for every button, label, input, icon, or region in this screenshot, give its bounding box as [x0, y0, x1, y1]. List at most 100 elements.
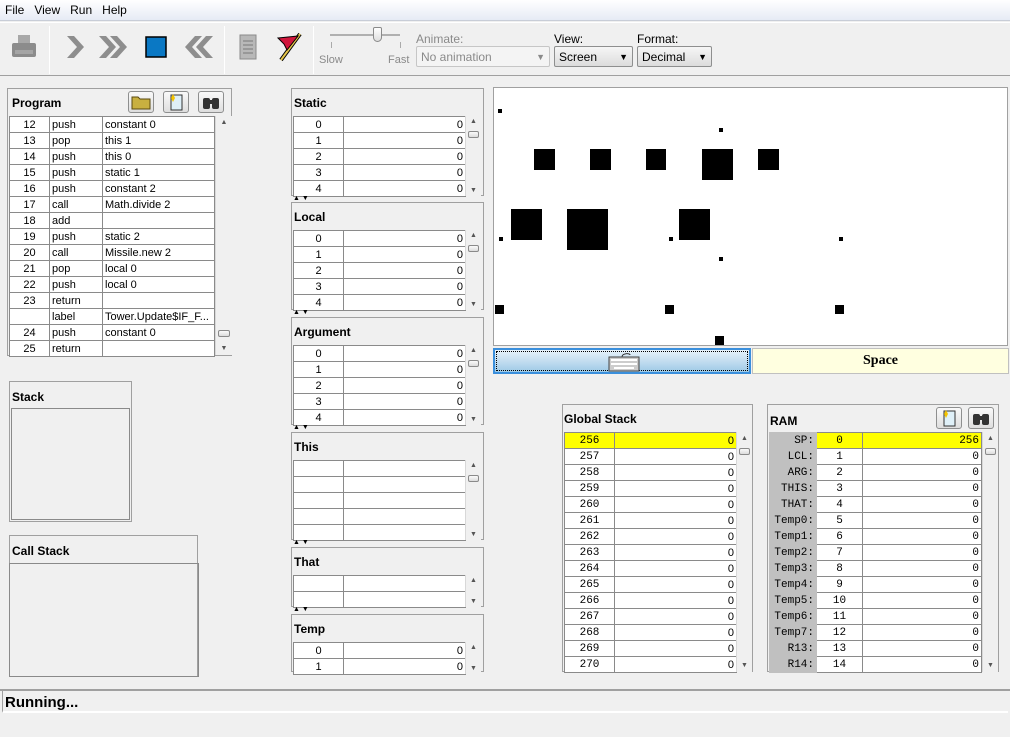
- ram-row[interactable]: R14: 14 0: [769, 656, 982, 673]
- value-cell[interactable]: 0: [343, 148, 466, 165]
- scroll-up-icon[interactable]: ▲: [466, 577, 481, 584]
- ram-row[interactable]: Temp3: 8 0: [769, 560, 982, 577]
- static-row[interactable]: 00: [293, 116, 466, 133]
- ram-row[interactable]: Temp1: 6 0: [769, 528, 982, 545]
- value-cell[interactable]: 0: [343, 164, 466, 181]
- local-row[interactable]: 00: [293, 230, 466, 247]
- program-row[interactable]: 16 push constant 2: [9, 180, 215, 197]
- global-stack-row[interactable]: 257 0: [564, 448, 737, 465]
- value-cell[interactable]: 0: [862, 560, 982, 577]
- value-cell[interactable]: 0: [343, 361, 466, 378]
- argument-row[interactable]: 30: [293, 393, 466, 410]
- splitter-arrows-icon[interactable]: ▲▼: [293, 424, 311, 431]
- value-cell[interactable]: 0: [343, 230, 466, 247]
- value-cell[interactable]: 0: [343, 409, 466, 426]
- program-row[interactable]: 17 call Math.divide 2: [9, 196, 215, 213]
- breakpoints-button[interactable]: [271, 29, 307, 65]
- program-row[interactable]: 21 pop local 0: [9, 260, 215, 277]
- speed-slider-thumb[interactable]: [372, 27, 382, 42]
- new-file-button[interactable]: [163, 91, 189, 113]
- scroll-down-icon[interactable]: ▼: [466, 598, 481, 605]
- scroll-up-icon[interactable]: ▲: [216, 119, 232, 126]
- ram-row[interactable]: LCL: 1 0: [769, 448, 982, 465]
- global-stack-row[interactable]: 270 0: [564, 656, 737, 673]
- argument-row[interactable]: 20: [293, 377, 466, 394]
- value-cell[interactable]: 0: [862, 592, 982, 609]
- argument-scrollbar[interactable]: ▲ ▼: [465, 345, 481, 425]
- that-scrollbar[interactable]: ▲ ▼: [465, 575, 481, 607]
- program-row[interactable]: 18 add: [9, 212, 215, 229]
- splitter-arrows-icon[interactable]: ▲▼: [293, 195, 311, 202]
- static-scrollbar[interactable]: ▲ ▼: [465, 116, 481, 196]
- speed-slider-track[interactable]: [330, 34, 400, 36]
- value-cell[interactable]: 0: [614, 496, 737, 513]
- ram-row[interactable]: ARG: 2 0: [769, 464, 982, 481]
- global-stack-row[interactable]: 268 0: [564, 624, 737, 641]
- value-cell[interactable]: 0: [862, 624, 982, 641]
- ram-row[interactable]: Temp0: 5 0: [769, 512, 982, 529]
- value-cell[interactable]: 0: [614, 448, 737, 465]
- value-cell[interactable]: 0: [614, 608, 737, 625]
- run-button[interactable]: [96, 29, 132, 65]
- global-stack-row[interactable]: 265 0: [564, 576, 737, 593]
- value-cell[interactable]: 0: [862, 608, 982, 625]
- value-cell[interactable]: 0: [614, 624, 737, 641]
- value-cell[interactable]: 256: [862, 432, 982, 449]
- menu-help[interactable]: Help: [101, 3, 128, 17]
- load-program-button[interactable]: [6, 29, 42, 65]
- that-row[interactable]: [293, 591, 466, 608]
- program-row[interactable]: label Tower.Update$IF_F...: [9, 308, 215, 325]
- temp-scrollbar[interactable]: ▲ ▼: [465, 642, 481, 674]
- scroll-down-icon[interactable]: ▼: [466, 531, 481, 538]
- ram-row[interactable]: Temp4: 9 0: [769, 576, 982, 593]
- scroll-up-icon[interactable]: ▲: [466, 347, 481, 354]
- value-cell[interactable]: 0: [614, 464, 737, 481]
- local-row[interactable]: 10: [293, 246, 466, 263]
- program-row[interactable]: 20 call Missile.new 2: [9, 244, 215, 261]
- ram-find-button[interactable]: [968, 407, 994, 429]
- value-cell[interactable]: 0: [343, 278, 466, 295]
- value-cell[interactable]: 0: [614, 592, 737, 609]
- view-select[interactable]: Screen ▼: [554, 46, 633, 67]
- value-cell[interactable]: 0: [614, 528, 737, 545]
- value-cell[interactable]: 0: [862, 656, 982, 673]
- that-row[interactable]: [293, 575, 466, 592]
- menu-run[interactable]: Run: [69, 3, 93, 17]
- ram-row[interactable]: R13: 13 0: [769, 640, 982, 657]
- value-cell[interactable]: 0: [614, 656, 737, 673]
- open-file-button[interactable]: [128, 91, 154, 113]
- ram-row[interactable]: Temp7: 12 0: [769, 624, 982, 641]
- program-row[interactable]: 15 push static 1: [9, 164, 215, 181]
- scroll-thumb[interactable]: [468, 131, 479, 138]
- value-cell[interactable]: 0: [343, 262, 466, 279]
- scroll-up-icon[interactable]: ▲: [466, 118, 481, 125]
- reset-button[interactable]: [180, 29, 216, 65]
- scroll-down-icon[interactable]: ▼: [466, 301, 481, 308]
- value-cell[interactable]: 0: [343, 377, 466, 394]
- static-row[interactable]: 20: [293, 148, 466, 165]
- global-stack-row[interactable]: 256 0: [564, 432, 737, 449]
- global-stack-row[interactable]: 266 0: [564, 592, 737, 609]
- scroll-thumb[interactable]: [468, 245, 479, 252]
- scroll-thumb[interactable]: [468, 475, 479, 482]
- scroll-thumb[interactable]: [468, 360, 479, 367]
- ram-row[interactable]: Temp6: 11 0: [769, 608, 982, 625]
- single-step-button[interactable]: [56, 29, 92, 65]
- value-cell[interactable]: 0: [343, 345, 466, 362]
- program-row[interactable]: 25 return: [9, 340, 215, 357]
- value-cell[interactable]: 0: [343, 246, 466, 263]
- scroll-up-icon[interactable]: ▲: [737, 435, 752, 442]
- scroll-down-icon[interactable]: ▼: [216, 345, 232, 352]
- global-stack-row[interactable]: 264 0: [564, 560, 737, 577]
- value-cell[interactable]: [343, 524, 466, 541]
- value-cell[interactable]: 0: [343, 132, 466, 149]
- this-row[interactable]: [293, 524, 466, 541]
- value-cell[interactable]: 0: [862, 496, 982, 513]
- static-row[interactable]: 30: [293, 164, 466, 181]
- value-cell[interactable]: 0: [614, 480, 737, 497]
- ram-row[interactable]: Temp2: 7 0: [769, 544, 982, 561]
- scroll-down-icon[interactable]: ▼: [466, 416, 481, 423]
- program-row[interactable]: 13 pop this 1: [9, 132, 215, 149]
- ram-row[interactable]: THAT: 4 0: [769, 496, 982, 513]
- local-row[interactable]: 20: [293, 262, 466, 279]
